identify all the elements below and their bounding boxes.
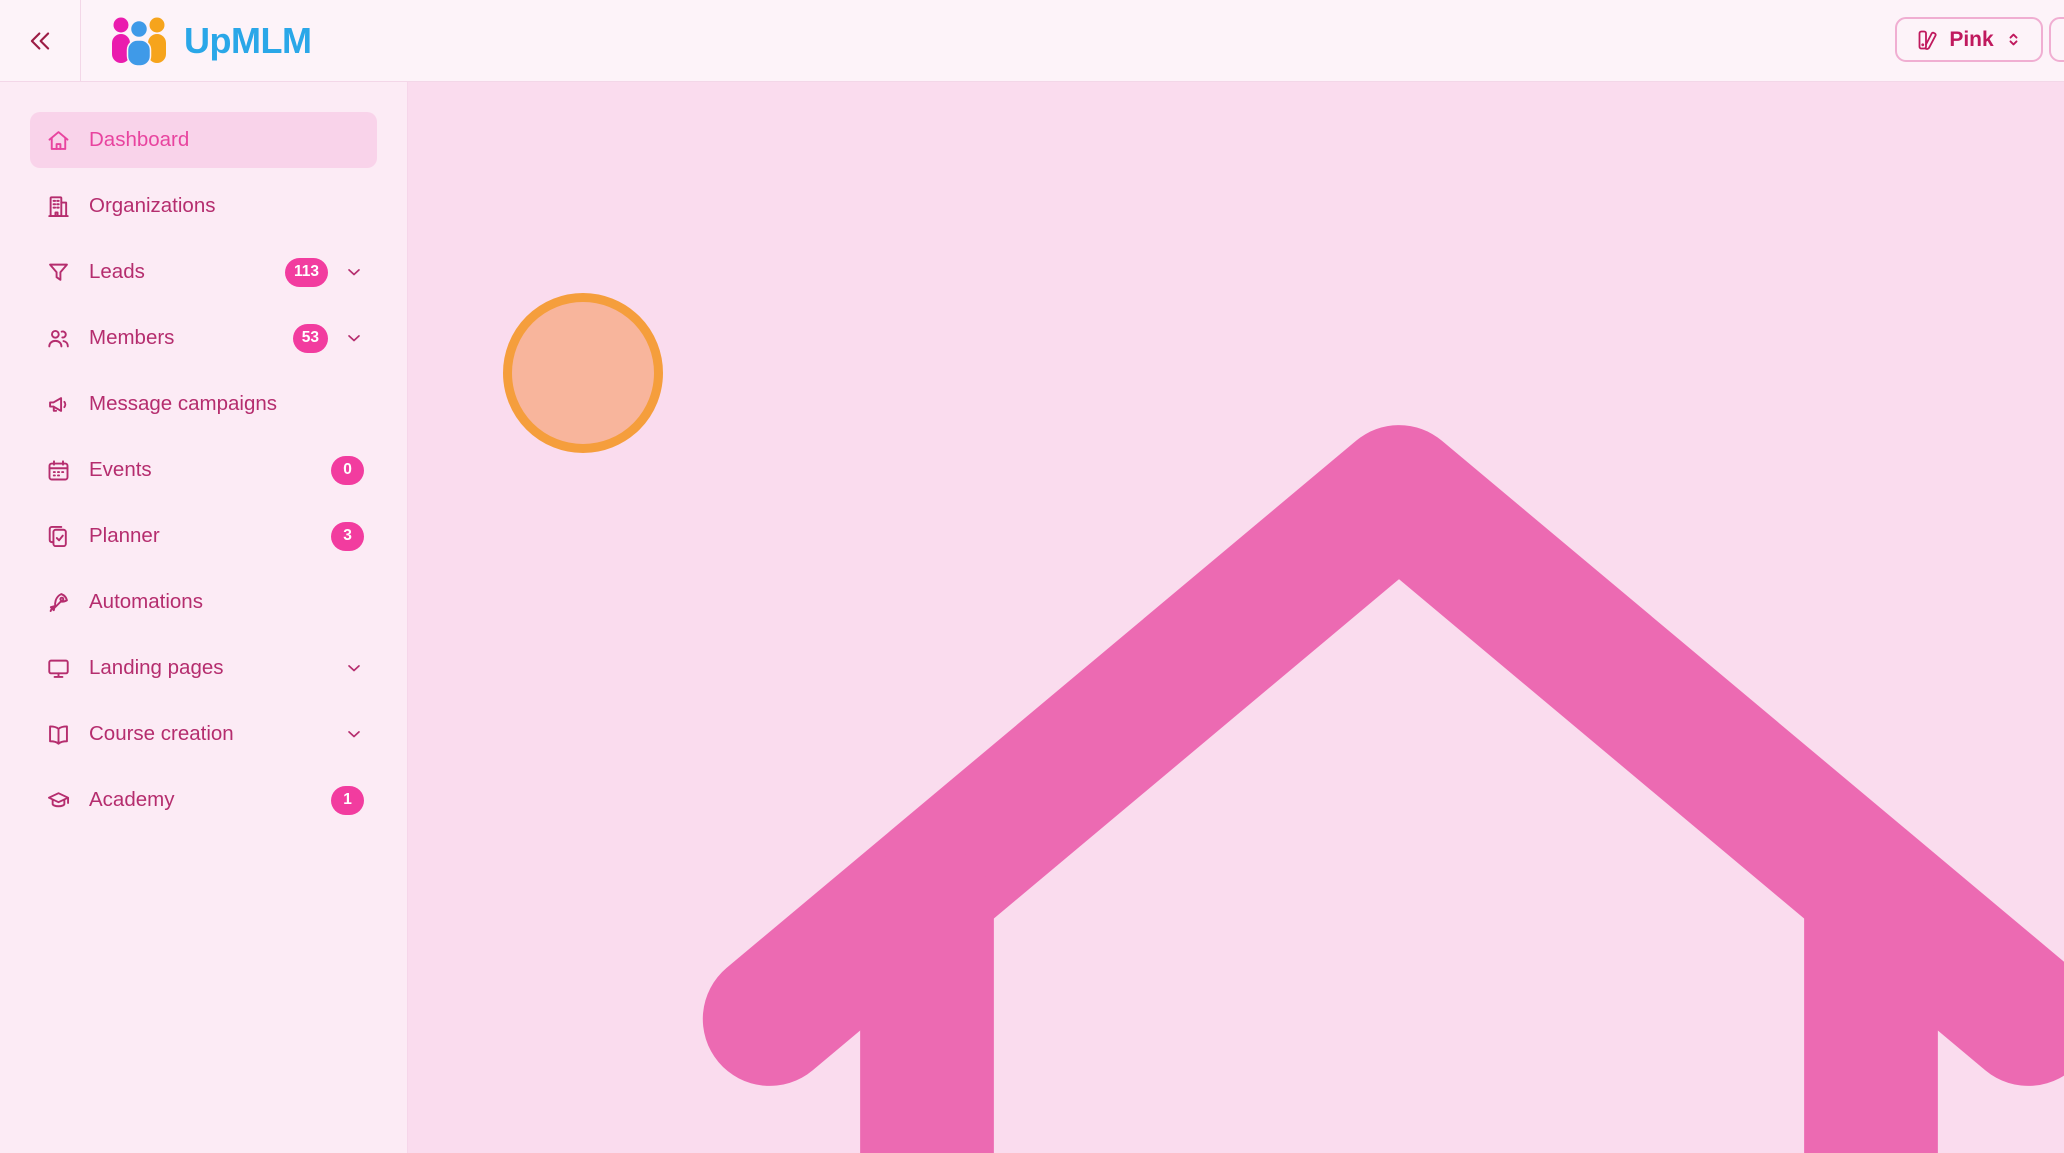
count-badge: 1 [331, 785, 364, 815]
select-chevrons-icon [2004, 30, 2023, 49]
sidebar-item-message-campaigns[interactable]: Message campaigns [30, 376, 377, 432]
building-icon [45, 193, 72, 220]
sidebar-item-dashboard[interactable]: Dashboard [30, 112, 377, 168]
sidebar-item-organizations[interactable]: Organizations [30, 178, 377, 234]
clipped-toolbar-button[interactable] [2049, 17, 2064, 62]
theme-selector-button[interactable]: Pink [1895, 17, 2043, 62]
sidebar-item-label: Automations [89, 590, 203, 613]
sidebar-item-label: Course creation [89, 722, 234, 745]
sidebar-item-label: Dashboard [89, 128, 190, 151]
chevron-down-icon[interactable] [344, 262, 364, 282]
chevron-down-icon[interactable] [344, 658, 364, 678]
sidebar-item-events[interactable]: Events 0 [30, 442, 377, 498]
count-badge: 3 [331, 521, 364, 551]
sidebar-item-leads[interactable]: Leads 113 [30, 244, 377, 300]
sidebar-item-course-creation[interactable]: Course creation [30, 706, 377, 762]
chevron-down-icon[interactable] [344, 724, 364, 744]
chevron-down-icon[interactable] [344, 328, 364, 348]
monitor-icon [45, 655, 72, 682]
sidebar-item-label: Academy [89, 788, 175, 811]
clipboard-check-icon [45, 523, 72, 550]
sidebar-item-automations[interactable]: Automations [30, 574, 377, 630]
main-content: Dashboard Network Import members [408, 82, 2064, 1153]
double-chevron-left-icon [25, 26, 55, 56]
sidebar-item-members[interactable]: Members 53 [30, 310, 377, 366]
top-bar: UpMLM Pink [0, 0, 2064, 82]
sidebar-item-label: Landing pages [89, 656, 224, 679]
sidebar-item-planner[interactable]: Planner 3 [30, 508, 377, 564]
megaphone-icon [45, 391, 72, 418]
sidebar-item-label: Leads [89, 260, 145, 283]
sidebar: Dashboard Organizations Leads 113 Member… [0, 82, 408, 1153]
brand-name: UpMLM [184, 19, 312, 61]
theme-name-label: Pink [1949, 27, 1994, 51]
rocket-icon [45, 589, 72, 616]
breadcrumb-home-icon[interactable] [455, 138, 2064, 1153]
sidebar-item-label: Planner [89, 524, 160, 547]
sidebar-item-label: Organizations [89, 194, 216, 217]
count-badge: 113 [284, 257, 328, 287]
sidebar-item-label: Message campaigns [89, 392, 278, 415]
funnel-icon [45, 259, 72, 286]
sidebar-item-landing-pages[interactable]: Landing pages [30, 640, 377, 696]
logo-people-icon [107, 13, 171, 69]
sidebar-item-academy[interactable]: Academy 1 [30, 772, 377, 828]
sidebar-item-label: Events [89, 458, 152, 481]
app-logo[interactable]: UpMLM [81, 13, 312, 69]
graduation-cap-icon [45, 787, 72, 814]
app-shell: Dashboard Organizations Leads 113 Member… [0, 82, 2064, 1153]
swatch-icon [1915, 28, 1939, 52]
calendar-icon [45, 457, 72, 484]
sidebar-collapse-button[interactable] [0, 0, 81, 81]
people-icon [45, 325, 72, 352]
home-icon [45, 127, 72, 154]
sidebar-item-label: Members [89, 326, 175, 349]
count-badge: 53 [292, 323, 328, 353]
book-icon [45, 721, 72, 748]
count-badge: 0 [331, 455, 364, 485]
